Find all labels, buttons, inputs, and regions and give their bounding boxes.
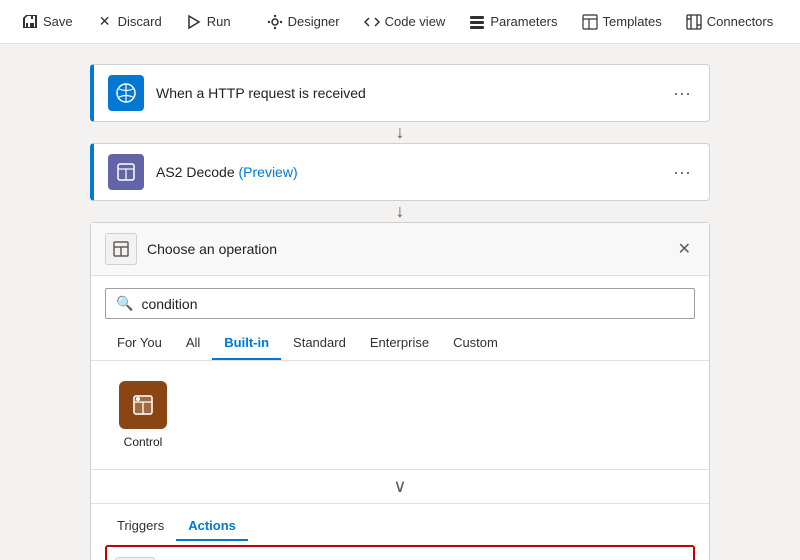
designer-button[interactable]: Designer: [257, 8, 350, 36]
operation-title: Choose an operation: [147, 241, 674, 257]
expand-button[interactable]: ∨: [91, 469, 709, 504]
close-icon[interactable]: ✕: [674, 235, 695, 263]
tab-builtin[interactable]: Built-in: [212, 327, 281, 360]
http-trigger-title: When a HTTP request is received: [156, 85, 669, 101]
as2-decode-more[interactable]: ···: [669, 162, 695, 183]
http-trigger-icon: [108, 75, 144, 111]
search-input[interactable]: [141, 296, 684, 312]
tab-standard[interactable]: Standard: [281, 327, 358, 360]
as2-decode-icon: [108, 154, 144, 190]
run-icon: [186, 14, 202, 30]
category-results: Control: [91, 361, 709, 469]
tab-custom[interactable]: Custom: [441, 327, 510, 360]
operation-header: Choose an operation ✕: [91, 223, 709, 276]
run-button[interactable]: Run: [176, 8, 241, 36]
operation-panel: Choose an operation ✕ 🔍 For You All Buil…: [90, 222, 710, 560]
connectors-button[interactable]: Connectors: [676, 8, 783, 36]
toolbar: Save ✕ Discard Run Designer: [0, 0, 800, 44]
codeview-icon: [364, 14, 380, 30]
arrow-1: ↓: [396, 122, 405, 143]
as2-decode-title: AS2 Decode (Preview): [156, 164, 669, 180]
filter-tabs: For You All Built-in Standard Enterprise…: [91, 327, 709, 361]
search-bar: 🔍: [105, 288, 695, 319]
http-trigger-more[interactable]: ···: [669, 83, 695, 104]
subtab-actions[interactable]: Actions: [176, 512, 248, 541]
connectors-icon: [686, 14, 702, 30]
connectors-label: Connectors: [707, 14, 773, 29]
save-icon: [22, 14, 38, 30]
operation-header-icon: [105, 233, 137, 265]
sub-tabs: Triggers Actions: [91, 504, 709, 541]
parameters-button[interactable]: Parameters: [459, 8, 567, 36]
codeview-label: Code view: [385, 14, 446, 29]
parameters-icon: [469, 14, 485, 30]
canvas: When a HTTP request is received ··· ↓ AS…: [0, 44, 800, 560]
templates-button[interactable]: Templates: [572, 8, 672, 36]
tab-foryou[interactable]: For You: [105, 327, 174, 360]
codeview-button[interactable]: Code view: [354, 8, 456, 36]
action-condition[interactable]: Condition Control ℹ: [105, 545, 695, 560]
designer-label: Designer: [288, 14, 340, 29]
category-control[interactable]: Control: [103, 373, 183, 457]
search-icon: 🔍: [116, 295, 133, 312]
save-label: Save: [43, 14, 73, 29]
help-button[interactable]: ? Help: [787, 8, 800, 36]
discard-icon: ✕: [97, 14, 113, 30]
control-category-icon: [119, 381, 167, 429]
designer-icon: [267, 14, 283, 30]
subtab-triggers[interactable]: Triggers: [105, 512, 176, 541]
discard-label: Discard: [118, 14, 162, 29]
templates-label: Templates: [603, 14, 662, 29]
as2-decode-card[interactable]: AS2 Decode (Preview) ···: [90, 143, 710, 201]
templates-icon: [582, 14, 598, 30]
control-category-label: Control: [124, 435, 163, 449]
discard-button[interactable]: ✕ Discard: [87, 8, 172, 36]
parameters-label: Parameters: [490, 14, 557, 29]
tab-all[interactable]: All: [174, 327, 212, 360]
save-button[interactable]: Save: [12, 8, 83, 36]
http-trigger-card[interactable]: When a HTTP request is received ···: [90, 64, 710, 122]
arrow-2: ↓: [396, 201, 405, 222]
run-label: Run: [207, 14, 231, 29]
action-list: Condition Control ℹ Until Control: [91, 541, 709, 560]
tab-enterprise[interactable]: Enterprise: [358, 327, 441, 360]
